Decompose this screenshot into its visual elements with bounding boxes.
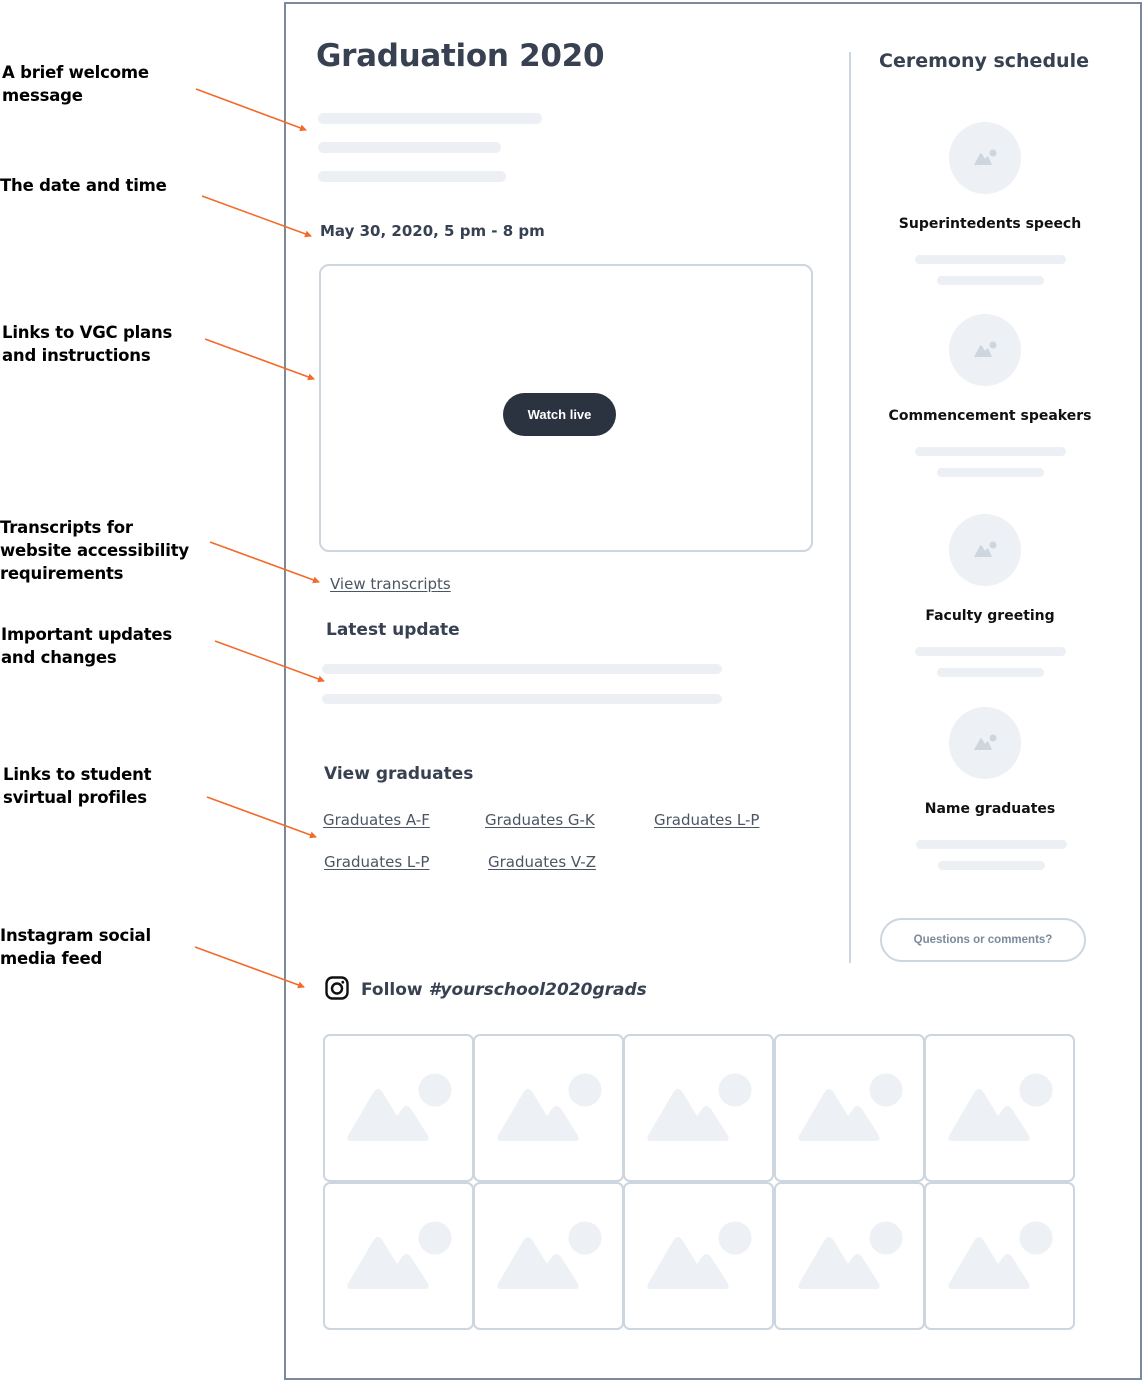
instagram-photo-tile[interactable] [923,1034,1075,1182]
annotation-line: and changes [1,648,117,667]
view-graduates-heading: View graduates [324,764,474,784]
schedule-text-placeholder [938,861,1045,870]
update-text-placeholder [322,694,722,704]
schedule-text-placeholder [916,840,1067,849]
annotation-line: A brief welcome [2,63,149,82]
latest-update-heading: Latest update [326,620,460,640]
image-placeholder-icon [949,707,1021,779]
annotation-student-profiles: Links to student svirtual profiles [3,763,152,809]
instagram-photo-tile[interactable] [473,1182,625,1330]
event-date-time: May 30, 2020, 5 pm - 8 pm [320,222,545,240]
instagram-photo-tile[interactable] [773,1034,925,1182]
annotation-line: media feed [0,949,103,968]
schedule-text-placeholder [915,447,1066,456]
image-placeholder-icon [497,1073,602,1141]
instagram-photo-tile[interactable] [623,1034,775,1182]
annotation-line: Transcripts for [0,518,133,537]
annotation-line: website accessibility [0,541,189,560]
image-placeholder-icon [949,122,1021,194]
image-placeholder-icon [948,1221,1053,1289]
instagram-photo-tile[interactable] [923,1182,1075,1330]
schedule-item-label: Commencement speakers [888,408,1092,424]
graduates-link-l-p-2[interactable]: Graduates L-P [324,853,429,871]
schedule-text-placeholder [937,468,1044,477]
graduates-link-a-f[interactable]: Graduates A-F [323,811,430,829]
instagram-photo-tile[interactable] [623,1182,775,1330]
image-placeholder-icon [949,314,1021,386]
image-placeholder-icon [647,1073,752,1141]
annotation-line: Links to VGC plans [2,323,173,342]
annotation-instagram-feed: Instagram social media feed [0,924,151,970]
graduates-link-g-k[interactable]: Graduates G-K [485,811,595,829]
column-divider [849,52,851,963]
instagram-photo-tile[interactable] [773,1182,925,1330]
instagram-follow-row: Follow #yourschool2020grads [325,976,647,1004]
image-placeholder-icon [497,1221,602,1289]
schedule-text-placeholder [915,647,1066,656]
annotation-vgc-links: Links to VGC plans and instructions [2,321,172,367]
schedule-text-placeholder [915,255,1066,264]
graduates-link-l-p[interactable]: Graduates L-P [654,811,759,829]
schedule-item-label: Name graduates [924,801,1056,817]
annotation-line: and instructions [2,346,151,365]
instagram-icon[interactable] [325,976,349,1004]
annotation-line: Instagram social [0,926,151,945]
annotation-line: svirtual profiles [3,788,147,807]
annotation-line: Important updates [1,625,173,644]
view-transcripts-link[interactable]: View transcripts [330,575,451,593]
annotation-updates: Important updates and changes [1,623,172,669]
watch-live-button[interactable]: Watch live [503,393,616,436]
annotation-date-time: The date and time [0,174,167,197]
annotation-line: message [2,86,83,105]
questions-comments-button[interactable]: Questions or comments? [880,918,1086,962]
instagram-photo-tile[interactable] [473,1034,625,1182]
page-title: Graduation 2020 [316,38,605,74]
welcome-text-placeholder [318,113,542,124]
ceremony-schedule-heading: Ceremony schedule [879,50,1089,72]
graduates-link-v-z[interactable]: Graduates V-Z [488,853,596,871]
image-placeholder-icon [647,1221,752,1289]
image-placeholder-icon [948,1073,1053,1141]
schedule-item-label: Faculty greeting [925,608,1055,624]
image-placeholder-icon [949,514,1021,586]
update-text-placeholder [322,664,722,674]
welcome-text-placeholder [318,142,501,153]
instagram-follow-text[interactable]: Follow #yourschool2020grads [361,980,647,1000]
annotation-line: Links to student [3,765,152,784]
follow-label: Follow [361,980,423,1000]
welcome-text-placeholder [318,171,506,182]
schedule-text-placeholder [937,276,1044,285]
annotation-welcome-message: A brief welcome message [2,61,149,107]
schedule-text-placeholder [937,668,1044,677]
annotation-line: requirements [0,564,124,583]
annotation-line: The date and time [0,176,167,195]
image-placeholder-icon [347,1073,452,1141]
hashtag: #yourschool2020grads [428,980,647,1000]
image-placeholder-icon [797,1221,903,1289]
image-placeholder-icon [797,1073,903,1141]
schedule-item-label: Superintedents speech [898,216,1082,232]
image-placeholder-icon [347,1221,452,1289]
instagram-photo-tile[interactable] [323,1034,474,1182]
annotation-transcripts: Transcripts for website accessibility re… [0,516,189,585]
instagram-photo-tile[interactable] [323,1182,474,1330]
